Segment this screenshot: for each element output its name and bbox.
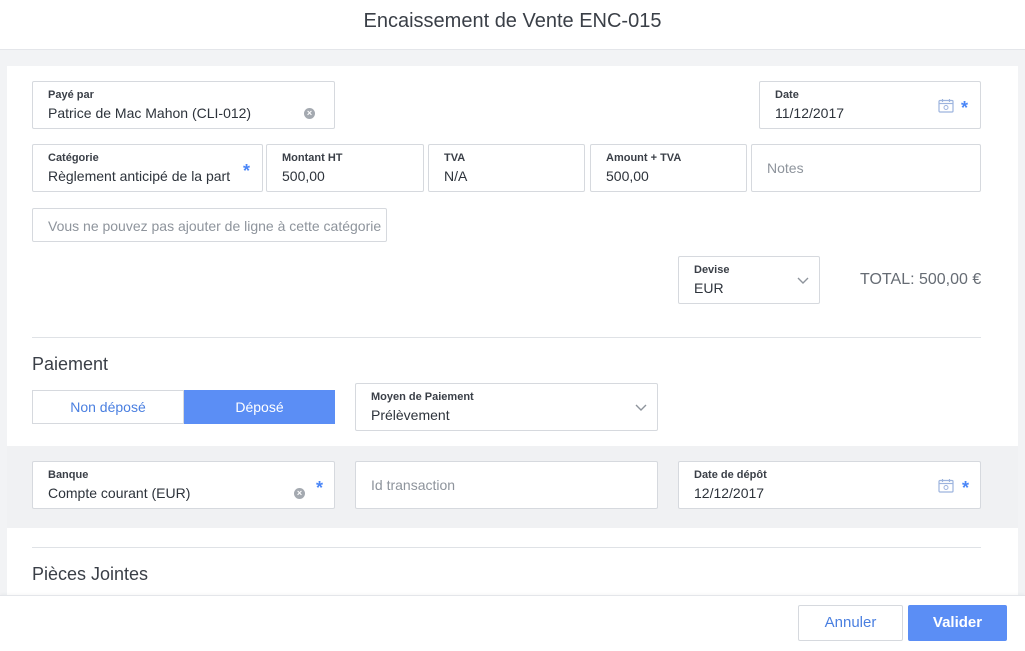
categorie-value: Règlement anticipé de la part — [48, 168, 231, 184]
required-marker: * — [243, 161, 251, 181]
clear-icon[interactable]: × — [294, 488, 305, 499]
divider — [32, 547, 981, 548]
required-marker: * — [962, 478, 970, 498]
clear-icon[interactable]: × — [304, 108, 315, 119]
moyen-paiement-select[interactable]: Moyen de Paiement Prélèvement — [355, 383, 658, 431]
paye-par-value: Patrice de Mac Mahon (CLI-012) — [48, 105, 252, 121]
devise-label: Devise — [694, 264, 730, 276]
dialog-body[interactable]: Payé par Patrice de Mac Mahon (CLI-012) … — [0, 50, 1025, 595]
paye-par-field[interactable]: Payé par Patrice de Mac Mahon (CLI-012) … — [32, 81, 335, 129]
dialog-title: Encaissement de Vente ENC-015 — [363, 10, 662, 32]
date-field[interactable]: Date 11/12/2017 * — [759, 81, 981, 129]
tva-field[interactable]: TVA N/A — [428, 144, 585, 192]
categorie-field[interactable]: Catégorie Règlement anticipé de la part … — [32, 144, 263, 192]
date-depot-label: Date de dépôt — [694, 469, 767, 481]
chevron-down-icon — [635, 404, 647, 411]
amount-tva-field[interactable]: Amount + TVA 500,00 — [590, 144, 747, 192]
paiement-title: Paiement — [32, 354, 109, 374]
date-value: 11/12/2017 — [775, 105, 845, 121]
montant-ht-field[interactable]: Montant HT 500,00 — [266, 144, 424, 192]
tva-label: TVA — [444, 152, 466, 164]
form-card: Payé par Patrice de Mac Mahon (CLI-012) … — [7, 66, 1018, 595]
date-depot-field[interactable]: Date de dépôt 12/12/2017 * — [678, 461, 981, 509]
validate-button[interactable]: Valider — [908, 605, 1007, 641]
cancel-button[interactable]: Annuler — [798, 605, 903, 641]
devise-select[interactable]: Devise EUR — [678, 256, 820, 304]
amount-tva-label: Amount + TVA — [606, 152, 682, 164]
banque-value: Compte courant (EUR) — [48, 485, 191, 501]
depose-toggle[interactable]: Déposé — [184, 390, 335, 424]
category-notice: Vous ne pouvez pas ajouter de ligne à ce… — [32, 208, 387, 242]
tva-value: N/A — [444, 168, 468, 184]
required-marker: * — [316, 478, 324, 498]
moyen-paiement-value: Prélèvement — [371, 407, 450, 423]
date-label: Date — [775, 89, 799, 101]
devise-value: EUR — [694, 280, 724, 296]
total-amount: TOTAL: 500,00 € — [860, 271, 982, 288]
dialog-header: Encaissement de Vente ENC-015 — [0, 0, 1025, 50]
montant-ht-label: Montant HT — [282, 152, 343, 164]
chevron-down-icon — [797, 277, 809, 284]
date-depot-value: 12/12/2017 — [694, 485, 765, 501]
notes-field[interactable]: Notes — [751, 144, 981, 192]
banque-field[interactable]: Banque Compte courant (EUR) × * — [32, 461, 335, 509]
divider — [32, 337, 981, 338]
banque-label: Banque — [48, 469, 89, 481]
moyen-paiement-label: Moyen de Paiement — [371, 391, 474, 403]
paye-par-label: Payé par — [48, 89, 94, 101]
montant-ht-value: 500,00 — [282, 168, 325, 184]
id-transaction-placeholder: Id transaction — [371, 477, 456, 493]
id-transaction-field[interactable]: Id transaction — [355, 461, 658, 509]
non-depose-toggle[interactable]: Non déposé — [32, 390, 184, 424]
categorie-label: Catégorie — [48, 152, 99, 164]
amount-tva-value: 500,00 — [606, 168, 649, 184]
pieces-jointes-title: Pièces Jointes — [32, 564, 149, 584]
dialog-footer: Annuler Valider — [0, 595, 1025, 651]
calendar-icon[interactable] — [938, 98, 954, 113]
required-marker: * — [961, 98, 969, 118]
notes-placeholder: Notes — [767, 160, 804, 176]
calendar-icon[interactable] — [938, 478, 954, 493]
